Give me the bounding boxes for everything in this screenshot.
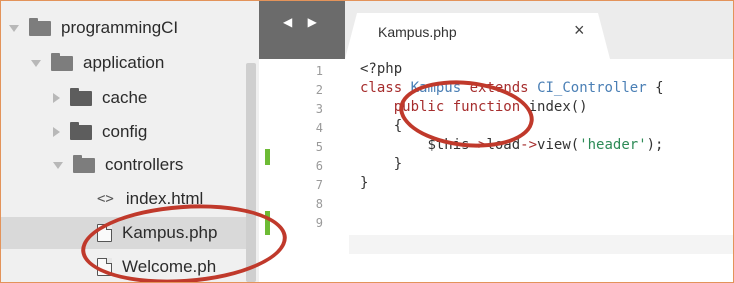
tree-item-label: config [102, 122, 148, 141]
code-line-1[interactable]: <?php [360, 61, 402, 77]
folder-icon [70, 87, 92, 106]
tree-item-label: controllers [105, 155, 184, 174]
code-text: <?php [360, 61, 403, 77]
chevron-down-icon[interactable] [53, 161, 63, 169]
line-number: 7 [315, 178, 323, 192]
line-number: 9 [315, 216, 323, 230]
active-line-highlight [349, 235, 733, 254]
tree-item-application[interactable]: application [31, 48, 164, 78]
line-number: 3 [315, 102, 323, 116]
editor-window: programmingCI application cache config c… [0, 0, 734, 283]
tree-item-controllers[interactable]: controllers [53, 150, 183, 180]
tree-item-cache[interactable]: cache [53, 83, 147, 113]
folder-icon [70, 121, 92, 140]
code-class-name: CI_Controller [537, 80, 647, 96]
code-string: 'header' [579, 137, 647, 153]
line-number: 1 [315, 64, 323, 78]
tab-nav-arrows-icon[interactable]: ◀ ▶ [283, 15, 323, 29]
code-line-4[interactable]: { [360, 118, 402, 134]
folder-open-icon [51, 52, 73, 71]
folder-open-icon [29, 17, 51, 36]
code-line-7[interactable]: } [360, 175, 368, 191]
chevron-right-icon[interactable] [53, 93, 60, 103]
folder-open-icon [73, 154, 95, 173]
code-keyword: class [360, 80, 403, 96]
code-text: ); [646, 137, 664, 153]
code-text: view( [537, 137, 580, 153]
code-file-icon: <> [97, 191, 114, 207]
tree-item-config[interactable]: config [53, 117, 147, 147]
chevron-down-icon[interactable] [9, 24, 19, 32]
code-operator: -> [520, 137, 538, 153]
code-text: } [393, 156, 403, 172]
tree-item-programmingci[interactable]: programmingCI [9, 13, 178, 43]
line-number: 5 [315, 140, 323, 154]
modified-line-marker [265, 149, 270, 165]
tree-item-label: programmingCI [61, 18, 179, 37]
chevron-right-icon[interactable] [53, 127, 60, 137]
code-text: { [393, 118, 403, 134]
chevron-down-icon[interactable] [31, 59, 41, 67]
tree-item-label: application [83, 53, 165, 72]
line-number: 2 [315, 83, 323, 97]
code-text: } [360, 175, 369, 191]
tab-nav-area [259, 1, 345, 59]
line-number: 4 [315, 121, 323, 135]
line-number: 6 [315, 159, 323, 173]
tree-item-label: cache [102, 88, 148, 107]
tab-title[interactable]: Kampus.php [378, 24, 457, 40]
close-icon[interactable]: × [574, 20, 585, 41]
code-text: { [646, 80, 664, 96]
code-line-6[interactable]: } [360, 156, 402, 172]
line-number: 8 [315, 197, 323, 211]
